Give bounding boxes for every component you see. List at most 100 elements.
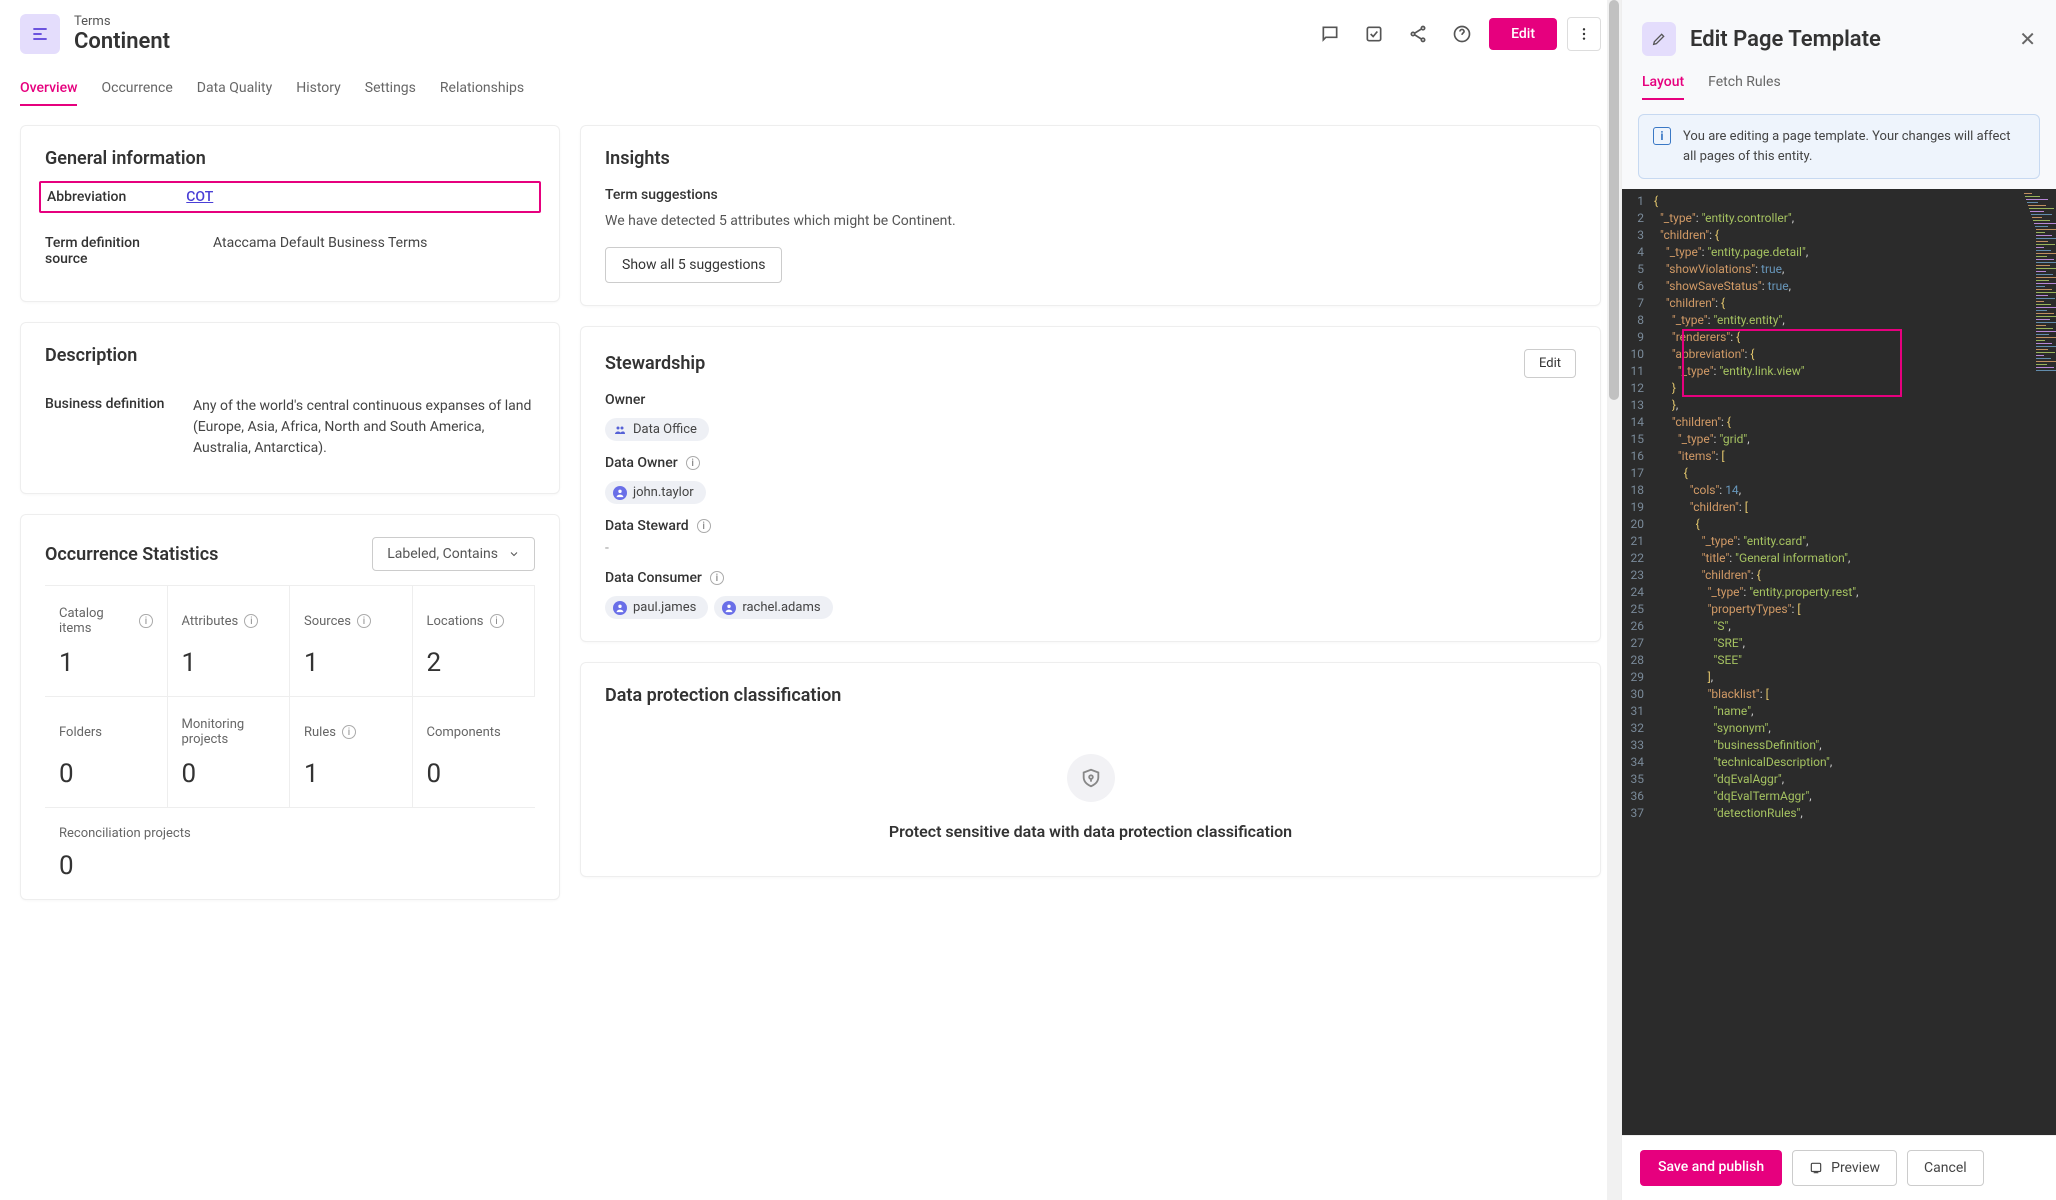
code-line[interactable]: 14 "children": { <box>1622 414 2056 431</box>
show-suggestions-button[interactable]: Show all 5 suggestions <box>605 247 782 283</box>
tab-overview[interactable]: Overview <box>20 72 77 106</box>
code-line[interactable]: 17 { <box>1622 465 2056 482</box>
code-line[interactable]: 32 "synonym", <box>1622 720 2056 737</box>
code-line[interactable]: 18 "cols": 14, <box>1622 482 2056 499</box>
stat-label: Sources <box>304 614 351 629</box>
code-line[interactable]: 13 }, <box>1622 397 2056 414</box>
tasks-icon[interactable] <box>1357 17 1391 51</box>
info-icon[interactable]: i <box>697 519 711 533</box>
abbreviation-link[interactable]: COT <box>186 189 213 205</box>
comments-icon[interactable] <box>1313 17 1347 51</box>
card-title: Description <box>45 345 535 366</box>
reconciliation-value: 0 <box>59 851 521 881</box>
edit-button[interactable]: Edit <box>1489 18 1557 50</box>
code-line[interactable]: 21 "_type": "entity.card", <box>1622 533 2056 550</box>
tab-settings[interactable]: Settings <box>365 72 416 106</box>
code-line[interactable]: 16 "items": [ <box>1622 448 2056 465</box>
template-notice: i You are editing a page template. Your … <box>1638 114 2040 179</box>
help-icon[interactable] <box>1445 17 1479 51</box>
code-line[interactable]: 28 "SEE" <box>1622 652 2056 669</box>
code-line[interactable]: 23 "children": { <box>1622 567 2056 584</box>
more-menu-button[interactable] <box>1567 17 1601 51</box>
code-line[interactable]: 35 "dqEvalAggr", <box>1622 771 2056 788</box>
data-consumer-chip[interactable]: rachel.adams <box>714 596 832 619</box>
info-icon[interactable]: i <box>710 571 724 585</box>
code-line[interactable]: 12 } <box>1622 380 2056 397</box>
info-icon[interactable]: i <box>342 725 356 739</box>
tab-relationships[interactable]: Relationships <box>440 72 524 106</box>
minimap[interactable] <box>2022 189 2056 1135</box>
entity-type-icon <box>20 14 60 54</box>
notice-text: You are editing a page template. Your ch… <box>1683 127 2025 166</box>
stewardship-edit-button[interactable]: Edit <box>1524 349 1576 378</box>
info-icon[interactable]: i <box>244 614 258 628</box>
code-line[interactable]: 37 "detectionRules", <box>1622 805 2056 822</box>
code-line[interactable]: 27 "SRE", <box>1622 635 2056 652</box>
tab-data-quality[interactable]: Data Quality <box>197 72 272 106</box>
code-line[interactable]: 26 "S", <box>1622 618 2056 635</box>
close-icon[interactable]: ✕ <box>2019 27 2036 51</box>
code-line[interactable]: 20 { <box>1622 516 2056 533</box>
stat-value: 0 <box>182 759 276 789</box>
code-line[interactable]: 2 "_type": "entity.controller", <box>1622 210 2056 227</box>
code-line[interactable]: 25 "propertyTypes": [ <box>1622 601 2056 618</box>
info-icon[interactable]: i <box>490 614 504 628</box>
stat-label: Monitoring projects <box>182 717 276 747</box>
code-line[interactable]: 33 "businessDefinition", <box>1622 737 2056 754</box>
vertical-scrollbar[interactable] <box>1607 0 1621 1200</box>
source-value: Ataccama Default Business Terms <box>213 235 535 267</box>
code-line[interactable]: 30 "blacklist": [ <box>1622 686 2056 703</box>
code-line[interactable]: 8 "_type": "entity.entity", <box>1622 312 2056 329</box>
business-def-value: Any of the world's central continuous ex… <box>193 396 535 459</box>
code-line[interactable]: 22 "title": "General information", <box>1622 550 2056 567</box>
data-consumer-label: Data Consumer <box>605 570 702 586</box>
code-line[interactable]: 24 "_type": "entity.property.rest", <box>1622 584 2056 601</box>
stat-value: 1 <box>59 648 153 678</box>
code-line[interactable]: 1{ <box>1622 193 2056 210</box>
tab-history[interactable]: History <box>296 72 341 106</box>
data-steward-value: - <box>605 540 1576 556</box>
code-line[interactable]: 29 ], <box>1622 669 2056 686</box>
stat-components: Components0 <box>413 697 536 808</box>
page-header: Terms Continent Edit <box>0 0 1621 62</box>
code-line[interactable]: 36 "dqEvalTermAggr", <box>1622 788 2056 805</box>
code-line[interactable]: 34 "technicalDescription", <box>1622 754 2056 771</box>
panel-tab-fetch-rules[interactable]: Fetch Rules <box>1708 66 1781 100</box>
code-line[interactable]: 19 "children": [ <box>1622 499 2056 516</box>
panel-title: Edit Page Template <box>1690 27 2005 52</box>
code-line[interactable]: 31 "name", <box>1622 703 2056 720</box>
stat-value: 0 <box>427 759 522 789</box>
data-steward-label: Data Steward <box>605 518 689 534</box>
button-label: Preview <box>1831 1160 1880 1176</box>
main-tabs: Overview Occurrence Data Quality History Set… <box>0 72 1621 107</box>
entity-eyebrow: Terms <box>74 14 1299 29</box>
panel-tab-layout[interactable]: Layout <box>1642 66 1684 100</box>
code-line[interactable]: 6 "showSaveStatus": true, <box>1622 278 2056 295</box>
data-consumer-chip[interactable]: paul.james <box>605 596 708 619</box>
code-line[interactable]: 9 "renderers": { <box>1622 329 2056 346</box>
code-line[interactable]: 4 "_type": "entity.page.detail", <box>1622 244 2056 261</box>
business-def-label: Business definition <box>45 396 165 459</box>
code-line[interactable]: 3 "children": { <box>1622 227 2056 244</box>
cancel-button[interactable]: Cancel <box>1907 1150 1984 1186</box>
info-icon[interactable]: i <box>139 614 152 628</box>
button-label: Cancel <box>1924 1160 1967 1176</box>
card-title: Data protection classification <box>605 685 1576 706</box>
code-line[interactable]: 5 "showViolations": true, <box>1622 261 2056 278</box>
code-line[interactable]: 11 "_type": "entity.link.view" <box>1622 363 2056 380</box>
info-icon[interactable]: i <box>357 614 371 628</box>
data-owner-chip[interactable]: john.taylor <box>605 481 706 504</box>
card-title: General information <box>45 148 535 169</box>
info-icon[interactable]: i <box>686 456 700 470</box>
share-icon[interactable] <box>1401 17 1435 51</box>
preview-button[interactable]: Preview <box>1792 1150 1897 1186</box>
owner-label: Owner <box>605 392 1576 408</box>
tab-occurrence[interactable]: Occurrence <box>101 72 172 106</box>
code-editor[interactable]: 1{2 "_type": "entity.controller",3 "chil… <box>1622 189 2056 1135</box>
owner-chip[interactable]: Data Office <box>605 418 709 441</box>
code-line[interactable]: 7 "children": { <box>1622 295 2056 312</box>
stats-filter-dropdown[interactable]: Labeled, Contains <box>372 537 535 571</box>
save-publish-button[interactable]: Save and publish <box>1640 1150 1782 1186</box>
code-line[interactable]: 10 "abbreviation": { <box>1622 346 2056 363</box>
code-line[interactable]: 15 "_type": "grid", <box>1622 431 2056 448</box>
